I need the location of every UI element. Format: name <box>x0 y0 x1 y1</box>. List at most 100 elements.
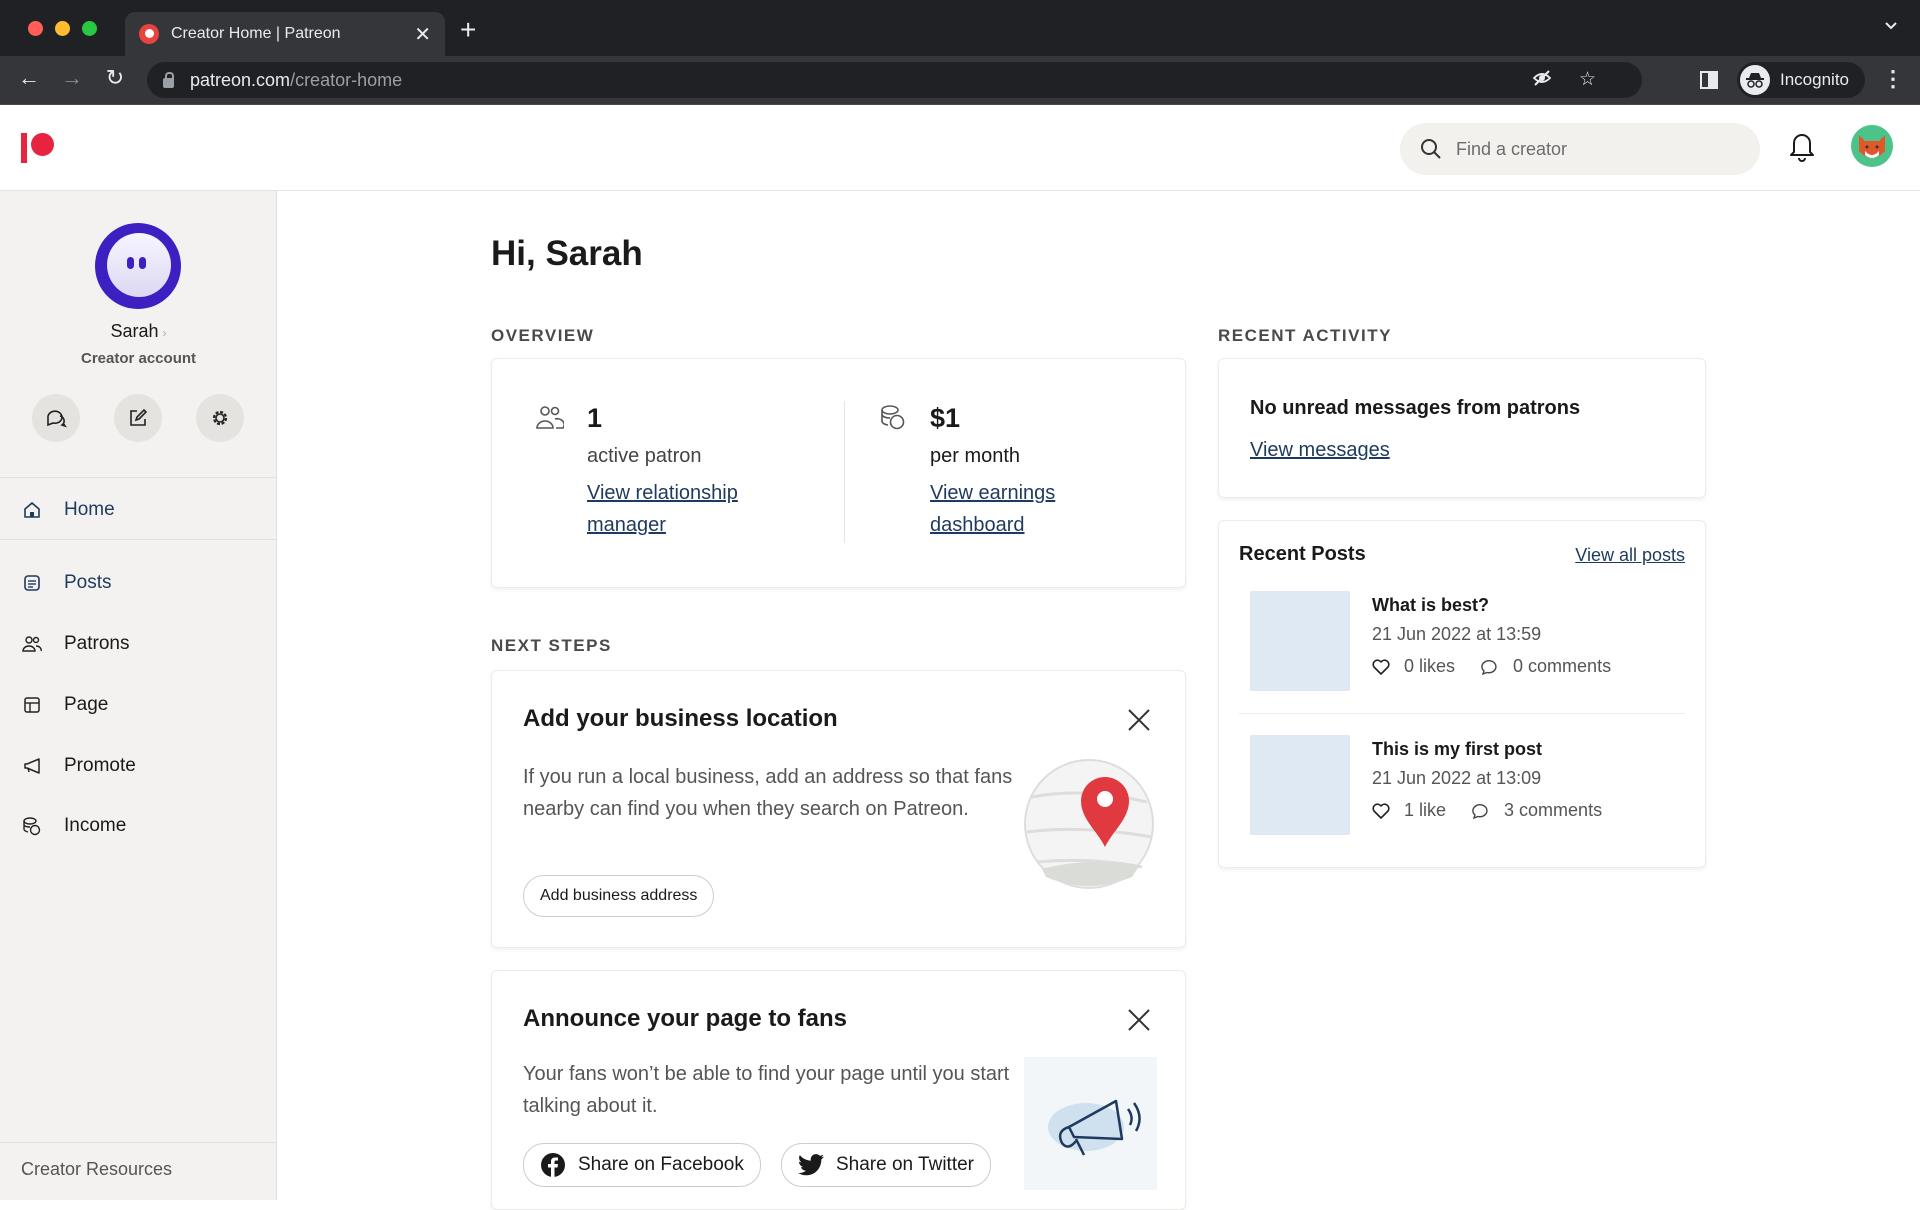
sidebar-item-page[interactable]: Page <box>0 680 276 730</box>
heart-icon <box>1372 802 1390 819</box>
post-date: 21 Jun 2022 at 13:59 <box>1372 624 1542 644</box>
post-thumbnail <box>1250 735 1350 835</box>
add-business-address-button[interactable]: Add business address <box>523 875 715 917</box>
sidebar-item-income[interactable]: Income <box>0 801 276 851</box>
coins-icon <box>22 816 42 836</box>
income-caption: per month <box>930 445 1021 467</box>
side-panel-icon[interactable] <box>1700 71 1718 89</box>
incognito-profile-button[interactable]: Incognito <box>1737 62 1865 98</box>
creator-resources-link[interactable]: Creator Resources <box>21 1159 172 1180</box>
recent-posts-card: Recent Posts View all posts What is best… <box>1218 520 1706 868</box>
share-twitter-label: Share on Twitter <box>836 1154 975 1175</box>
tab-close-icon[interactable]: ✕ <box>414 22 431 47</box>
view-messages-link[interactable]: View messages <box>1250 439 1390 462</box>
patrons-icon <box>22 634 42 654</box>
view-all-posts-link[interactable]: View all posts <box>1575 545 1685 566</box>
post-comments: 3 comments <box>1504 800 1603 820</box>
lock-icon <box>163 71 174 88</box>
overview-card: 1 active patron View relationship manage… <box>491 358 1186 588</box>
share-on-facebook-button[interactable]: Share on Facebook <box>523 1143 761 1187</box>
page-icon <box>22 695 42 715</box>
post-stats: 1 like 3 comments <box>1372 800 1602 821</box>
view-relationship-manager-link[interactable]: View relationship manager <box>587 477 767 541</box>
page-title: Hi, Sarah <box>491 234 643 273</box>
bookmark-star-icon[interactable]: ☆ <box>1579 68 1596 91</box>
url-path: /creator-home <box>290 69 403 90</box>
messages-card: No unread messages from patrons View mes… <box>1218 358 1706 498</box>
map-pin-illustration <box>1022 757 1157 892</box>
sidebar-item-home[interactable]: Home <box>0 485 276 535</box>
browser-tab-bar: Creator Home | Patreon ✕ + <box>0 0 1920 56</box>
messages-button[interactable] <box>32 394 80 442</box>
view-earnings-dashboard-link[interactable]: View earnings dashboard <box>930 477 1090 541</box>
back-arrow-icon[interactable]: ← <box>14 65 44 91</box>
edit-icon <box>130 408 148 426</box>
forward-arrow-icon[interactable]: → <box>57 65 87 91</box>
reload-icon[interactable]: ↻ <box>100 65 130 91</box>
sidebar: Sarah › Creator account Home Posts Patron… <box>0 191 277 1200</box>
twitter-icon <box>798 1154 824 1176</box>
patreon-favicon-icon <box>139 24 159 44</box>
income-amount: $1 <box>930 403 961 433</box>
sidebar-item-label: Home <box>64 499 115 520</box>
new-tab-button[interactable]: + <box>460 14 476 46</box>
dismiss-close-icon[interactable] <box>1126 1007 1152 1033</box>
patreon-logo[interactable] <box>21 133 57 163</box>
next-step-title: Announce your page to fans <box>523 1005 848 1032</box>
dismiss-close-icon[interactable] <box>1126 707 1152 733</box>
share-on-twitter-button[interactable]: Share on Twitter <box>781 1143 992 1187</box>
overview-divider <box>844 401 845 543</box>
home-icon <box>22 500 42 520</box>
list-item[interactable]: This is my first post 21 Jun 2022 at 13:… <box>1250 735 1690 835</box>
share-facebook-label: Share on Facebook <box>578 1154 744 1175</box>
messages-status: No unread messages from patrons <box>1250 397 1581 419</box>
site-header <box>0 105 1920 191</box>
create-post-button[interactable] <box>114 394 162 442</box>
sidebar-divider <box>0 1142 276 1143</box>
sidebar-item-label: Promote <box>64 755 136 776</box>
post-thumbnail <box>1250 591 1350 691</box>
next-step-card: Add your business location If you run a … <box>491 670 1186 948</box>
recent-activity-label: RECENT ACTIVITY <box>1218 326 1392 345</box>
sidebar-item-promote[interactable]: Promote <box>0 741 276 791</box>
post-likes: 1 like <box>1404 800 1447 820</box>
eye-off-icon[interactable] <box>1532 68 1552 94</box>
incognito-icon <box>1740 65 1770 95</box>
tab-title: Creator Home | Patreon <box>171 25 341 42</box>
browser-menu-icon[interactable]: ⋮ <box>1882 66 1904 92</box>
tab-search-chevron-icon[interactable] <box>1884 18 1898 36</box>
settings-button[interactable] <box>196 394 244 442</box>
search-box[interactable] <box>1400 123 1760 175</box>
sidebar-item-patrons[interactable]: Patrons <box>0 619 276 669</box>
recent-posts-title: Recent Posts <box>1239 543 1366 565</box>
post-date: 21 Jun 2022 at 13:09 <box>1372 768 1542 788</box>
window-maximize-button[interactable] <box>82 21 97 36</box>
search-input[interactable] <box>1456 138 1736 160</box>
window-minimize-button[interactable] <box>55 21 70 36</box>
patron-caption: active patron <box>587 445 702 467</box>
window-close-button[interactable] <box>28 21 43 36</box>
profile-name[interactable]: Sarah › <box>0 321 277 342</box>
overview-label: OVERVIEW <box>491 326 595 345</box>
notifications-bell-icon[interactable] <box>1789 130 1815 167</box>
post-stats: 0 likes 0 comments <box>1372 656 1611 677</box>
sidebar-item-posts[interactable]: Posts <box>0 558 276 608</box>
url-host: patreon.com <box>190 69 291 90</box>
creator-avatar[interactable] <box>95 223 181 309</box>
logo-dot <box>31 133 54 156</box>
url-bar[interactable]: patreon.com/creator-home ☆ <box>147 62 1642 98</box>
next-step-card: Announce your page to fans Your fans won… <box>491 970 1186 1210</box>
gear-icon <box>212 410 228 426</box>
next-steps-label: NEXT STEPS <box>491 636 612 655</box>
facebook-icon <box>541 1153 565 1178</box>
patron-count: 1 <box>587 403 603 433</box>
coins-icon <box>879 403 907 436</box>
post-title: This is my first post <box>1372 739 1543 759</box>
sidebar-divider <box>0 539 276 540</box>
next-step-description: If you run a local business, add an addr… <box>523 766 1013 820</box>
ghost-avatar-icon <box>107 233 171 297</box>
user-avatar[interactable] <box>1851 125 1893 167</box>
list-item[interactable]: What is best? 21 Jun 2022 at 13:59 0 lik… <box>1250 591 1690 691</box>
browser-tab[interactable]: Creator Home | Patreon ✕ <box>125 12 445 56</box>
ghost-eye <box>127 257 134 269</box>
